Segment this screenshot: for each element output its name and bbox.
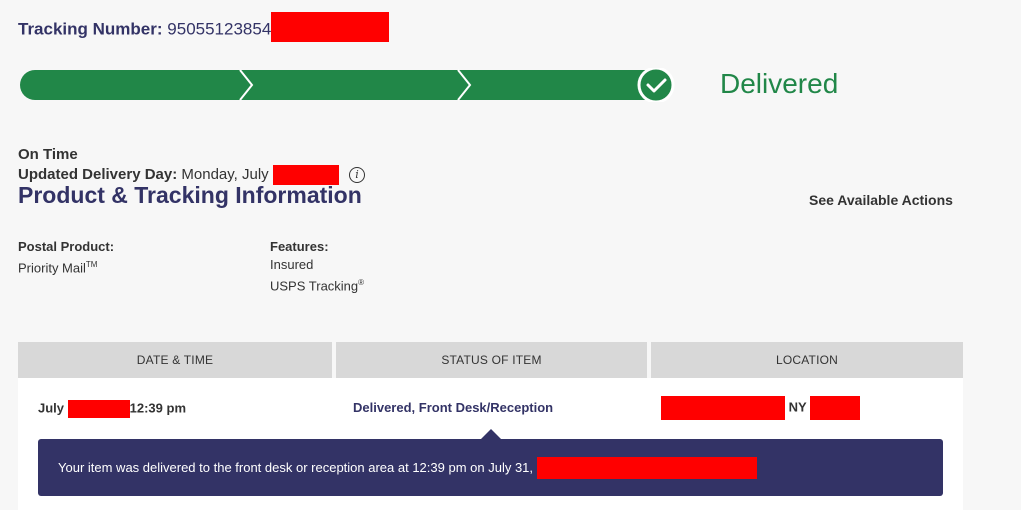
feature-item: Insured [270, 257, 314, 272]
table-header-status: STATUS OF ITEM [336, 342, 647, 378]
updated-delivery-label: Updated Delivery Day: [18, 165, 178, 183]
info-icon[interactable]: i [349, 167, 366, 183]
redaction-box [67, 400, 130, 418]
checkmark-icon [637, 68, 675, 102]
features-label: Features: [270, 239, 329, 254]
features: Features: Insured USPS Tracking® [270, 238, 364, 295]
postal-product-value: Priority MailTM [18, 260, 98, 276]
tooltip-arrow [481, 429, 501, 439]
ontime-label: On Time [18, 146, 78, 163]
redaction-box [661, 396, 785, 420]
redaction-box [271, 12, 390, 42]
redaction-box [810, 396, 861, 420]
postal-product-label: Postal Product: [18, 239, 115, 254]
row-date-time: July 12:39 pm [38, 400, 186, 418]
page-title: Product & Tracking Information [18, 182, 362, 208]
row-status: Delivered, Front Desk/Reception [353, 400, 554, 415]
progress-fill [20, 70, 665, 100]
see-available-actions-link[interactable]: See Available Actions [809, 192, 953, 208]
redaction-box [537, 456, 758, 479]
delivery-detail-message: Your item was delivered to the front des… [38, 439, 943, 496]
tracking-number-label: Tracking Number: [18, 19, 163, 39]
tracking-number: Tracking Number: 95055123854 [18, 12, 390, 42]
progress-bar [20, 68, 675, 102]
row-location: NY [661, 396, 861, 420]
updated-delivery-value: Monday, July [181, 165, 269, 183]
tracking-number-value: 95055123854 [167, 19, 272, 39]
delivery-status: Delivered [720, 68, 839, 99]
feature-item: USPS Tracking® [270, 278, 365, 294]
table-header-date: DATE & TIME [18, 342, 332, 378]
table-header-location: LOCATION [651, 342, 963, 378]
postal-product: Postal Product: Priority MailTM [18, 238, 114, 277]
table-row: July 12:39 pm Delivered, Front Desk/Rece… [18, 378, 963, 510]
